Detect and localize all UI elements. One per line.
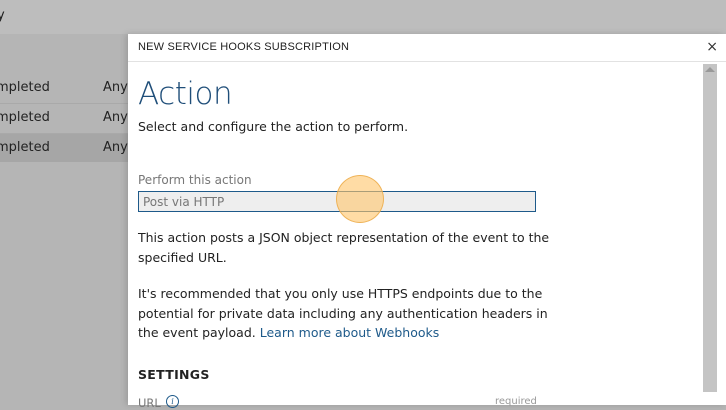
background-row-divider — [0, 133, 130, 134]
background-header: y — [0, 0, 726, 34]
info-icon[interactable]: i — [166, 395, 179, 408]
scroll-up-arrow-icon[interactable] — [705, 67, 715, 72]
perform-action-label: Perform this action — [138, 173, 252, 187]
action-description: This action posts a JSON object represen… — [138, 230, 550, 265]
page-title: Action — [138, 76, 233, 112]
dialog-scrollbar-thumb[interactable] — [703, 64, 717, 392]
dialog-header: NEW SERVICE HOOKS SUBSCRIPTION × — [128, 34, 726, 62]
background-row-scope[interactable]: Any — [103, 140, 128, 155]
dialog-title: NEW SERVICE HOOKS SUBSCRIPTION — [138, 41, 350, 53]
background-row-scope[interactable]: Any — [103, 110, 128, 125]
background-row-scope[interactable]: Any — [103, 80, 128, 95]
url-required-indicator: required — [495, 396, 537, 407]
background-title-fragment: y — [0, 8, 5, 23]
page-subtitle: Select and configure the action to perfo… — [138, 119, 409, 134]
url-field-label: URL — [138, 396, 161, 410]
perform-action-select[interactable]: Post via HTTP — [138, 191, 536, 212]
service-hooks-dialog: NEW SERVICE HOOKS SUBSCRIPTION × Action … — [128, 34, 726, 410]
learn-more-webhooks-link[interactable]: Learn more about Webhooks — [260, 325, 440, 340]
close-icon[interactable]: × — [706, 38, 718, 56]
https-recommendation: It's recommended that you only use HTTPS… — [138, 284, 553, 343]
settings-heading: SETTINGS — [138, 367, 210, 382]
background-row-divider — [0, 103, 130, 104]
